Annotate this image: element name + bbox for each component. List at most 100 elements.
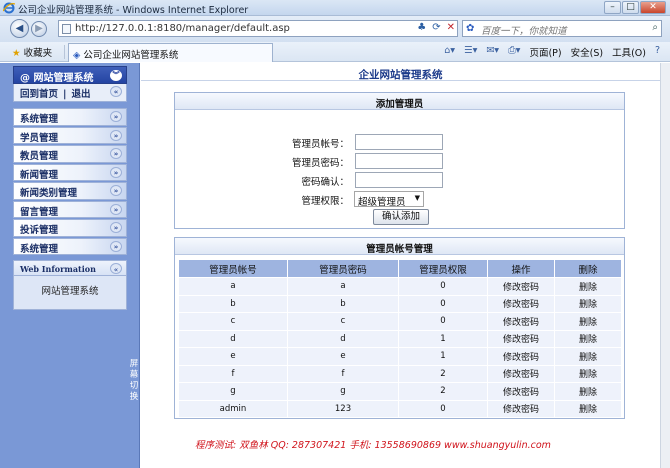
- sidebar-item-label: 新闻类别管理: [20, 188, 78, 199]
- role-select[interactable]: 超级管理员 ▼: [354, 191, 424, 208]
- left-column: @ 网站管理系统 ︾ 回到首页 | 退出 « 系统管理 » 学员管理 » 教员管理 » 新…: [0, 63, 140, 468]
- table-row: admin 123 0 修改密码 删除: [179, 400, 621, 417]
- sidebar-title: @ 网站管理系统: [20, 73, 94, 84]
- maximize-button[interactable]: □: [622, 1, 639, 14]
- sidebar-item-students[interactable]: 学员管理 »: [13, 126, 127, 144]
- cell-password: c: [288, 313, 398, 330]
- password-label: 管理员密码：: [291, 158, 349, 169]
- home-link[interactable]: 回到首页: [20, 89, 58, 100]
- change-password-link[interactable]: 修改密码: [488, 278, 554, 295]
- tools-menu[interactable]: 工具(O): [612, 45, 646, 59]
- home-icon[interactable]: ⌂▾: [444, 45, 455, 59]
- page-menu[interactable]: 页面(P): [529, 45, 561, 59]
- delete-link[interactable]: 删除: [555, 295, 621, 312]
- change-password-link[interactable]: 修改密码: [488, 383, 554, 400]
- change-password-link[interactable]: 修改密码: [488, 365, 554, 382]
- cell-password: g: [288, 383, 398, 400]
- forward-button[interactable]: ▶: [31, 21, 47, 37]
- stop-icon[interactable]: ✕: [447, 22, 455, 33]
- cell-account: e: [179, 348, 287, 365]
- web-information-title: Web Information: [20, 264, 96, 274]
- cell-role: 0: [399, 278, 487, 295]
- sidebar-item-complaints[interactable]: 投诉管理 »: [13, 219, 127, 237]
- delete-link[interactable]: 删除: [555, 330, 621, 347]
- browser-tab[interactable]: ◈ 公司企业网站管理系统: [68, 43, 273, 62]
- address-input[interactable]: http://127.0.0.1:8180/manager/default.as…: [58, 20, 458, 37]
- sidebar-item-teachers[interactable]: 教员管理 »: [13, 145, 127, 163]
- mail-icon[interactable]: ✉▾: [486, 45, 499, 59]
- toolbar-separator: [64, 45, 65, 59]
- search-icon[interactable]: ⌕: [652, 22, 658, 33]
- cell-role: 1: [399, 348, 487, 365]
- footer-credits: 程序测试: 双鱼林 QQ: 287307421 手机: 13558690869 …: [195, 440, 551, 451]
- column-header-password: 管理员密码: [288, 260, 398, 277]
- favorites-button[interactable]: ★ 收藏夹: [12, 45, 52, 59]
- feeds-icon[interactable]: ☰▾: [464, 45, 477, 59]
- refresh-icon[interactable]: ⟳: [432, 22, 440, 33]
- cell-password: d: [288, 330, 398, 347]
- cell-password: f: [288, 365, 398, 382]
- search-placeholder: 百度一下，你就知道: [481, 26, 567, 37]
- change-password-link[interactable]: 修改密码: [488, 330, 554, 347]
- cell-account: admin: [179, 400, 287, 417]
- column-header-action: 操作: [488, 260, 554, 277]
- column-header-delete: 删除: [555, 260, 621, 277]
- delete-link[interactable]: 删除: [555, 383, 621, 400]
- change-password-link[interactable]: 修改密码: [488, 400, 554, 417]
- account-input[interactable]: [355, 134, 443, 150]
- left-chevron-icon[interactable]: «: [110, 263, 122, 274]
- back-button[interactable]: ◀: [10, 19, 29, 38]
- cell-account: b: [179, 295, 287, 312]
- confirm-password-input[interactable]: [355, 172, 443, 188]
- password-input[interactable]: [355, 153, 443, 169]
- vertical-scrollbar[interactable]: [660, 63, 670, 468]
- change-password-link[interactable]: 修改密码: [488, 295, 554, 312]
- baidu-paw-icon: ✿: [466, 23, 475, 34]
- forward-arrow-icon: ▶: [35, 23, 43, 34]
- collapse-chevron-icon[interactable]: ︾: [110, 70, 122, 81]
- admin-list-panel: 管理员帐号管理 管理员帐号 管理员密码 管理员权限 操作 删除 a a 0 修改密码删…: [174, 237, 625, 419]
- cell-password: 123: [288, 400, 398, 417]
- cell-account: f: [179, 365, 287, 382]
- confirm-add-button[interactable]: 确认添加: [373, 209, 429, 225]
- sidebar-item-label: 系统管理: [20, 114, 59, 125]
- delete-link[interactable]: 删除: [555, 313, 621, 330]
- delete-link[interactable]: 删除: [555, 400, 621, 417]
- table-row: f f 2 修改密码 删除: [179, 365, 621, 382]
- sidebar-item-system-2[interactable]: 系统管理 »: [13, 237, 127, 255]
- help-menu[interactable]: ?: [655, 45, 660, 59]
- table-header-row: 管理员帐号 管理员密码 管理员权限 操作 删除: [179, 260, 621, 277]
- sidebar-item-news[interactable]: 新闻管理 »: [13, 163, 127, 181]
- change-password-link[interactable]: 修改密码: [488, 313, 554, 330]
- account-label: 管理员帐号：: [291, 139, 349, 150]
- compatibility-icon[interactable]: ♣: [417, 22, 426, 33]
- delete-link[interactable]: 删除: [555, 365, 621, 382]
- account-row: 管理员帐号：: [175, 134, 626, 150]
- search-input[interactable]: ✿ 百度一下，你就知道 ⌕: [462, 20, 662, 37]
- screen-toggle[interactable]: 屏幕切换: [129, 359, 139, 403]
- sidebar-header: @ 网站管理系统 ︾: [13, 66, 127, 84]
- print-icon[interactable]: ⎙▾: [508, 45, 520, 59]
- role-selected-value: 超级管理员: [358, 197, 406, 208]
- window-title: 公司企业网站管理系统 - Windows Internet Explorer: [18, 5, 249, 16]
- logout-link[interactable]: 退出: [72, 89, 91, 100]
- cell-account: g: [179, 383, 287, 400]
- sidebar-item-system[interactable]: 系统管理 »: [13, 108, 127, 126]
- delete-link[interactable]: 删除: [555, 278, 621, 295]
- delete-link[interactable]: 删除: [555, 348, 621, 365]
- sidebar-item-messages[interactable]: 留言管理 »: [13, 200, 127, 218]
- table-row: a a 0 修改密码 删除: [179, 278, 621, 295]
- table-row: c c 0 修改密码 删除: [179, 313, 621, 330]
- ie-logo-icon: [3, 2, 15, 14]
- cell-role: 2: [399, 365, 487, 382]
- close-window-button[interactable]: ✕: [640, 1, 666, 14]
- sidebar-item-news-categories[interactable]: 新闻类别管理 »: [13, 182, 127, 200]
- cell-role: 0: [399, 400, 487, 417]
- expand-chevron-icon: »: [110, 129, 122, 141]
- left-chevron-icon[interactable]: «: [110, 86, 122, 97]
- change-password-link[interactable]: 修改密码: [488, 348, 554, 365]
- table-row: g g 2 修改密码 删除: [179, 383, 621, 400]
- cell-password: a: [288, 278, 398, 295]
- minimize-button[interactable]: –: [604, 1, 621, 14]
- safety-menu[interactable]: 安全(S): [571, 45, 603, 59]
